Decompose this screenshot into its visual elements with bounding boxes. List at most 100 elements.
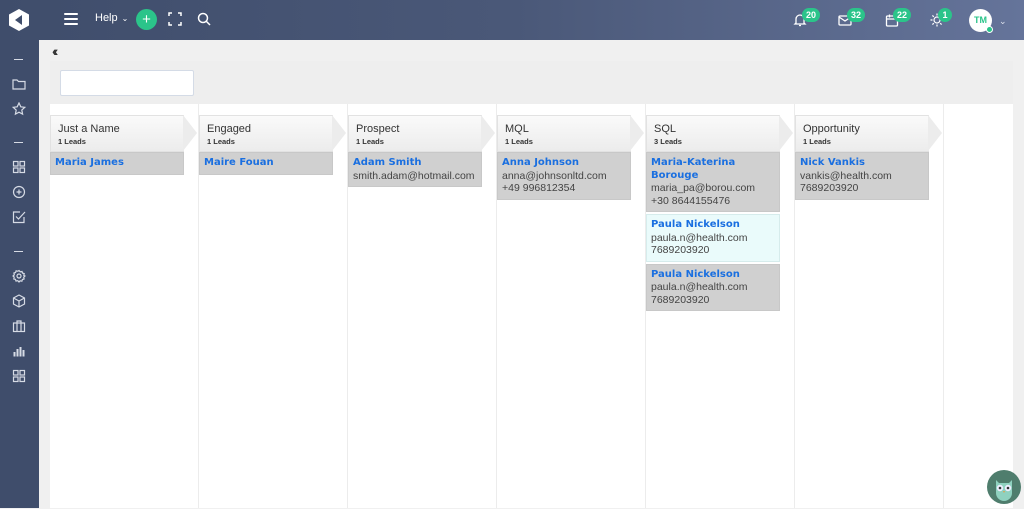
bar-chart-icon[interactable] xyxy=(12,344,26,358)
lead-email: smith.adam@hotmail.com xyxy=(353,169,475,182)
pipeline-column: Engaged 1 Leads Maire Fouan xyxy=(199,104,348,508)
search-input[interactable] xyxy=(60,70,194,96)
stage-header[interactable]: Just a Name 1 Leads xyxy=(50,115,184,152)
stage-arrow xyxy=(928,115,942,151)
stage-arrow xyxy=(481,115,495,151)
lead-list: Maria-Katerina Borouge maria_pa@borou.com… xyxy=(646,152,780,313)
lead-email: paula.n@health.com xyxy=(651,231,748,244)
help-menu[interactable]: Help ⌄ xyxy=(95,12,128,24)
task-check-icon[interactable] xyxy=(12,210,26,224)
lead-card[interactable]: Maire Fouan xyxy=(199,152,333,175)
main-content: ‹‹ Just a Name 1 Leads Maria James Engaged 1… xyxy=(39,40,1024,508)
lead-card[interactable]: Nick Vankis vankis@health.com 7689203920 xyxy=(795,152,929,200)
user-initials: TM xyxy=(974,15,987,25)
stage-arrow xyxy=(183,115,197,151)
calendar-badge: 22 xyxy=(893,8,912,22)
owl-icon xyxy=(996,480,1012,501)
sidebar-divider xyxy=(14,142,23,143)
chat-assistant-owl-button[interactable] xyxy=(987,470,1021,504)
lead-email: anna@johnsonltd.com xyxy=(502,169,607,182)
stage-header[interactable]: Opportunity 1 Leads xyxy=(795,115,929,152)
lead-name[interactable]: Adam Smith xyxy=(353,157,478,170)
lead-card[interactable]: Anna Johnson anna@johnsonltd.com +49 99681… xyxy=(497,152,631,200)
online-status-dot xyxy=(986,26,993,33)
lead-card[interactable]: Maria-Katerina Borouge maria_pa@borou.com… xyxy=(646,152,780,212)
notifications-badge: 20 xyxy=(802,8,821,22)
stage-lead-count: 1 Leads xyxy=(505,137,533,146)
search-icon[interactable] xyxy=(197,12,211,26)
settings-gear-icon[interactable] xyxy=(12,269,26,283)
lead-name[interactable]: Maire Fouan xyxy=(204,157,329,170)
lead-name[interactable]: Nick Vankis xyxy=(800,157,925,170)
sidebar-divider xyxy=(14,59,23,60)
lead-list: Anna Johnson anna@johnsonltd.com +49 99681… xyxy=(497,152,631,202)
pipeline-column: SQL 3 Leads Maria-Katerina Borouge maria_pa… xyxy=(646,104,795,508)
stage-header[interactable]: MQL 1 Leads xyxy=(497,115,631,152)
stage-lead-count: 1 Leads xyxy=(58,137,86,146)
lead-card[interactable]: Adam Smith smith.adam@hotmail.com xyxy=(348,152,482,187)
stage-header[interactable]: Prospect 1 Leads xyxy=(348,115,482,152)
fullscreen-icon[interactable] xyxy=(168,12,182,26)
sidebar-divider xyxy=(14,251,23,252)
stage-arrow xyxy=(779,115,793,151)
lead-list: Adam Smith smith.adam@hotmail.com xyxy=(348,152,482,189)
vertical-scrollbar[interactable] xyxy=(1013,104,1024,508)
activity-badge: 1 xyxy=(938,8,952,22)
lead-email: paula.n@health.com xyxy=(651,281,748,293)
lead-phone: +30 8644155476 xyxy=(651,194,731,207)
menu-toggle-icon[interactable] xyxy=(64,12,78,26)
stage-title: Opportunity xyxy=(803,123,860,135)
pipeline-board: Just a Name 1 Leads Maria James Engaged 1 Le… xyxy=(50,104,1013,508)
pipeline-column: MQL 1 Leads Anna Johnson anna@johnsonltd.co… xyxy=(497,104,646,508)
app-logo-icon[interactable] xyxy=(9,9,29,31)
help-label: Help xyxy=(95,12,118,24)
lead-card[interactable]: Paula Nickelson paula.n@health.com 7689203… xyxy=(646,214,780,262)
stage-title: MQL xyxy=(505,123,529,135)
lead-phone: 7689203920 xyxy=(651,293,710,306)
filter-bar xyxy=(50,61,1013,104)
stage-title: Engaged xyxy=(207,123,252,135)
lead-list: Nick Vankis vankis@health.com 7689203920 xyxy=(795,152,929,202)
messages-badge: 32 xyxy=(847,8,866,22)
pipeline-column: Just a Name 1 Leads Maria James xyxy=(50,104,199,508)
lead-name[interactable]: Anna Johnson xyxy=(502,157,627,170)
lead-list: Maria James xyxy=(50,152,184,177)
user-avatar[interactable]: TM xyxy=(969,9,993,33)
lead-name[interactable]: Paula Nickelson xyxy=(651,219,776,232)
star-icon[interactable] xyxy=(12,102,26,116)
briefcase-icon[interactable] xyxy=(12,319,26,333)
stage-title: Just a Name xyxy=(58,123,120,135)
pipeline-column: Prospect 1 Leads Adam Smith smith.adam@hotm… xyxy=(348,104,497,508)
stage-header[interactable]: SQL 3 Leads xyxy=(646,115,780,152)
dashboard-grid-icon[interactable] xyxy=(12,160,26,174)
lead-phone: +49 996812354 xyxy=(502,182,576,194)
lead-card[interactable]: Maria James xyxy=(50,152,184,175)
folder-icon[interactable] xyxy=(12,77,26,91)
lead-name[interactable]: Paula Nickelson xyxy=(651,269,776,282)
lead-email: maria_pa@borou.com xyxy=(651,182,756,194)
lead-phone: 7689203920 xyxy=(651,244,710,256)
stage-arrow xyxy=(332,115,346,151)
pipeline-column: Opportunity 1 Leads Nick Vankis vankis@heal… xyxy=(795,104,944,508)
stage-lead-count: 3 Leads xyxy=(654,137,682,146)
stage-title: Prospect xyxy=(356,123,400,135)
lead-name[interactable]: Maria-Katerina Borouge xyxy=(651,157,776,182)
lead-phone: 7689203920 xyxy=(800,182,859,194)
collapse-panel-icon[interactable]: ‹‹ xyxy=(52,43,59,59)
stage-arrow xyxy=(630,115,644,151)
stage-lead-count: 1 Leads xyxy=(356,137,384,146)
stage-title: SQL xyxy=(654,123,677,135)
product-box-icon[interactable] xyxy=(12,294,26,308)
user-menu-chevron-icon[interactable]: ⌄ xyxy=(999,16,1007,27)
sidebar xyxy=(0,40,39,508)
stage-header[interactable]: Engaged 1 Leads xyxy=(199,115,333,152)
chevron-down-icon: ⌄ xyxy=(121,13,129,23)
add-button[interactable]: + xyxy=(136,9,157,30)
stage-lead-count: 1 Leads xyxy=(207,137,235,146)
lead-email: vankis@health.com xyxy=(800,169,892,182)
lead-card[interactable]: Paula Nickelson paula.n@health.com 7689203… xyxy=(646,263,780,311)
add-circle-icon[interactable] xyxy=(12,185,26,199)
lead-name[interactable]: Maria James xyxy=(55,157,180,170)
apps-grid-icon[interactable] xyxy=(12,369,26,383)
stage-lead-count: 1 Leads xyxy=(803,137,831,146)
